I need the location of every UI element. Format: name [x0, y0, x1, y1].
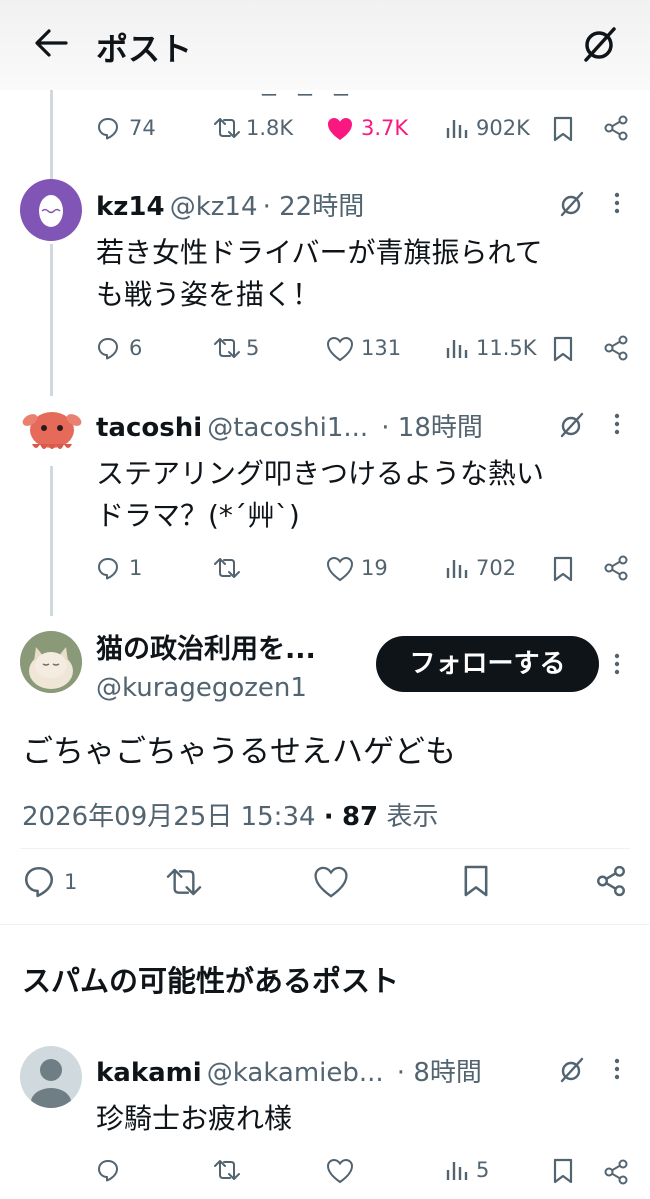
follow-button[interactable]: フォローする [376, 636, 599, 692]
like-count: 131 [361, 336, 402, 360]
post-header: tacoshi @tacoshi1... · 18時間 [96, 407, 483, 444]
thread-line [50, 244, 53, 396]
views-icon[interactable] [444, 556, 468, 580]
reply-icon[interactable] [22, 864, 56, 898]
grok-icon[interactable] [558, 411, 586, 439]
grok-icon[interactable] [580, 24, 620, 64]
share-icon[interactable] [602, 334, 630, 362]
reply-count: 74 [129, 116, 156, 140]
repost-count: 5 [246, 336, 260, 360]
grok-icon[interactable] [558, 190, 586, 218]
share-icon[interactable] [602, 1158, 630, 1186]
heart-icon[interactable] [326, 336, 354, 362]
heart-icon[interactable] [313, 865, 349, 899]
bookmark-icon[interactable] [552, 116, 574, 142]
post-text: 珍騎士お疲れ様 [96, 1102, 293, 1135]
avatar[interactable] [20, 1046, 82, 1108]
back-arrow-icon[interactable] [34, 28, 68, 58]
views-icon[interactable] [444, 336, 468, 360]
share-icon[interactable] [594, 864, 628, 898]
like-count: 19 [361, 556, 388, 580]
section-title: スパムの可能性があるポスト [22, 964, 400, 998]
more-options-icon[interactable] [612, 190, 622, 216]
views-count: 11.5K [476, 336, 537, 360]
views-label: 表示 [386, 802, 439, 832]
display-name[interactable]: kz14 [96, 192, 165, 222]
reply-icon[interactable] [96, 556, 120, 580]
post-text: ステアリング叩きつけるような熱い ドラマ？(*´艸`) [96, 457, 545, 532]
repost-icon[interactable] [212, 336, 242, 360]
display-name[interactable]: 猫の政治利用を... [96, 627, 316, 666]
views-icon[interactable] [444, 1158, 468, 1182]
post-meta: 2026年09月25日 15:34 · 87 表示 [22, 796, 438, 833]
repost-icon[interactable] [164, 866, 204, 898]
divider [20, 848, 630, 849]
share-icon[interactable] [602, 554, 630, 582]
more-options-icon[interactable] [612, 651, 622, 677]
bookmark-icon[interactable] [552, 1158, 574, 1184]
reply-icon[interactable] [96, 116, 120, 140]
cropped-text-fragment: ー ー ー [260, 86, 350, 107]
thread-line [50, 466, 53, 616]
avatar[interactable] [20, 631, 82, 693]
views-icon[interactable] [444, 116, 468, 140]
post-time[interactable]: · 22時間 [263, 192, 365, 222]
grok-icon[interactable] [558, 1056, 586, 1084]
meta-separator: · [323, 802, 334, 832]
user-handle[interactable]: @kuragegozen1 [96, 673, 307, 703]
repost-icon[interactable] [212, 556, 242, 580]
reply-count: 1 [129, 556, 143, 580]
share-icon[interactable] [602, 114, 630, 142]
post-header: kz14 @kz14 · 22時間 [96, 186, 364, 223]
user-handle[interactable]: @tacoshi1... [207, 413, 368, 443]
reply-count: 1 [64, 870, 78, 894]
display-name[interactable]: kakami [96, 1058, 202, 1088]
post-time[interactable]: · 18時間 [381, 413, 483, 443]
user-handle[interactable]: @kz14 [170, 192, 258, 222]
reply-icon[interactable] [96, 336, 120, 360]
views-count: 5 [476, 1158, 490, 1182]
follow-button-label: フォローする [409, 649, 566, 679]
reply-icon[interactable] [96, 1158, 120, 1182]
page-title: ポスト [96, 30, 193, 68]
post-time[interactable]: · 8時間 [397, 1058, 482, 1088]
user-handle[interactable]: @kakamieb... [207, 1058, 384, 1088]
repost-icon[interactable] [212, 116, 242, 140]
bookmark-icon[interactable] [552, 336, 574, 362]
thread-line [50, 90, 53, 180]
more-options-icon[interactable] [612, 1056, 622, 1082]
repost-icon[interactable] [212, 1158, 242, 1182]
post-text: ごちゃごちゃうるせえハゲども [22, 734, 456, 770]
repost-count: 1.8K [246, 116, 294, 140]
more-options-icon[interactable] [612, 411, 622, 437]
avatar[interactable] [20, 400, 82, 462]
views-count: 902K [476, 116, 530, 140]
post-datetime[interactable]: 2026年09月25日 15:34 [22, 802, 316, 832]
avatar[interactable] [20, 179, 82, 241]
post-text: 若き女性ドライバーが青旗振られて も戦う姿を描く！ [96, 236, 543, 311]
divider [0, 924, 650, 925]
bookmark-icon[interactable] [462, 864, 490, 898]
display-name[interactable]: tacoshi [96, 413, 202, 443]
heart-icon[interactable] [326, 556, 354, 582]
heart-icon[interactable] [326, 1158, 354, 1184]
reply-count: 6 [129, 336, 143, 360]
views-total: 87 [341, 802, 379, 832]
heart-filled-icon[interactable] [326, 116, 354, 142]
like-count: 3.7K [361, 116, 409, 140]
views-count: 702 [476, 556, 517, 580]
post-header: kakami @kakamieb... · 8時間 [96, 1052, 482, 1089]
bookmark-icon[interactable] [552, 556, 574, 582]
